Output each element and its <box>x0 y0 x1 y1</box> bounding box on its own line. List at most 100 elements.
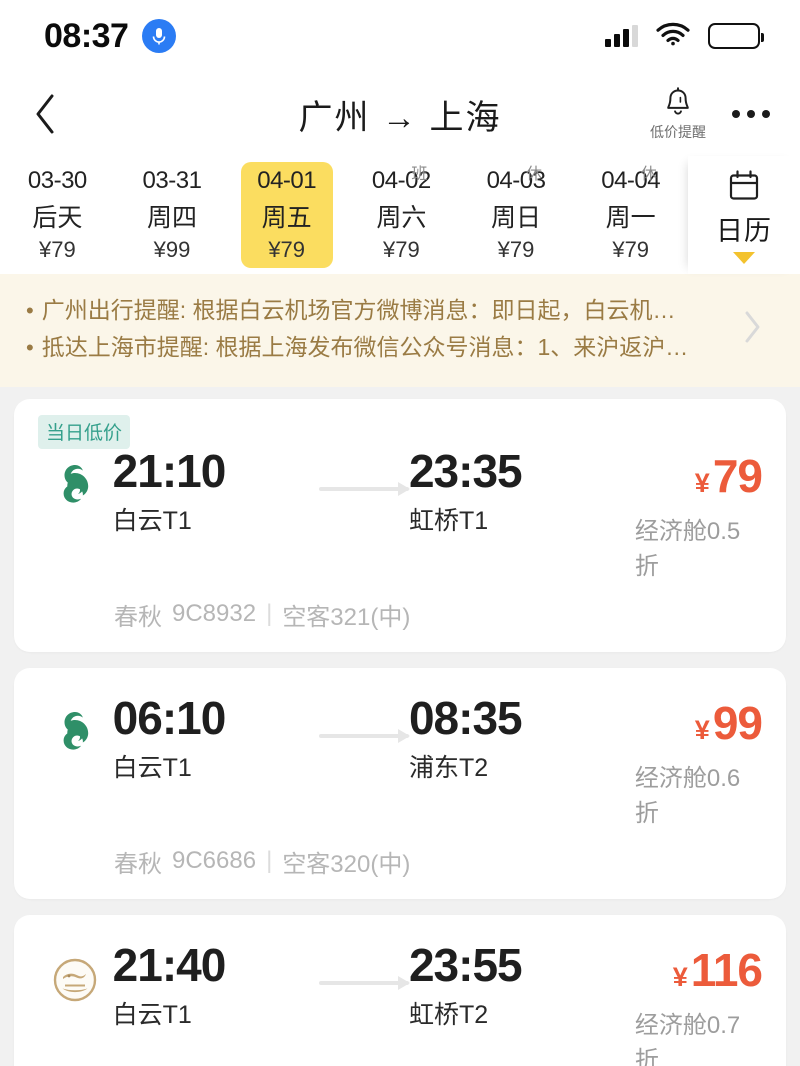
airline-name: 春秋 <box>114 603 162 631</box>
price-amount: 116 <box>690 943 763 996</box>
travel-notice-banner[interactable]: • 广州出行提醒: 根据白云机场官方微博消息：即日起，白云机… • 抵达上海市提… <box>0 274 800 387</box>
date-weekday: 周一 <box>605 204 656 232</box>
currency-symbol: ¥ <box>694 714 710 745</box>
cabin-class: 经济舱0.6折 <box>634 764 741 827</box>
bullet-icon: • <box>26 335 34 361</box>
notice-expand-button[interactable] <box>732 308 778 351</box>
bell-icon <box>667 87 689 115</box>
departure-time: 21:40 <box>112 938 227 991</box>
meta-separator: | <box>266 847 273 874</box>
spring-airlines-logo <box>38 694 113 762</box>
arrival-airport: 虹桥T2 <box>408 1001 489 1030</box>
aircraft-type: 空客321(中) <box>282 603 411 631</box>
spring-airlines-logo <box>38 447 113 515</box>
price-amount: 79 <box>712 449 763 502</box>
header-actions: 低价提醒 <box>650 86 770 142</box>
status-bar: 08:37 <box>0 0 800 72</box>
flight-price: ¥ 116 <box>672 943 763 997</box>
battery-full-icon <box>708 23 764 49</box>
notice-text: 广州出行提醒: 根据白云机场官方微博消息：即日起，白云机… <box>41 297 676 323</box>
flight-card-main: 21:10 白云T1 23:35 虹桥T1 ¥ 79 经济舱0.5折 <box>38 444 763 581</box>
arrival-airport: 浦东T2 <box>408 754 489 783</box>
date-tag: 休 <box>526 166 543 183</box>
flight-number: 9C6686 <box>172 847 257 874</box>
departure-airport: 白云T1 <box>112 754 192 783</box>
flight-number: 9C8932 <box>172 600 257 627</box>
bullet-icon: • <box>26 298 34 323</box>
arrival-segment: 08:35 浦东T2 <box>408 691 635 785</box>
date-weekday: 周日 <box>491 204 542 232</box>
date-cell-selected[interactable]: 04-01 周五 ¥79 <box>229 156 344 274</box>
departure-airport: 白云T1 <box>112 507 192 536</box>
microphone-icon <box>142 19 177 53</box>
date-price: ¥79 <box>612 237 650 262</box>
caret-down-icon <box>733 251 755 264</box>
date-price: ¥79 <box>382 237 420 262</box>
arrival-time: 08:35 <box>408 691 523 744</box>
app-header: 广州 → 上海 低价提醒 <box>0 72 800 156</box>
notice-line: • 抵达上海市提醒: 根据上海发布微信公众号消息：1、来沪返沪… <box>26 329 732 366</box>
date-cell[interactable]: 休 04-04 周一 ¥79 <box>573 156 688 274</box>
price-column: ¥ 116 经济舱0.7折 <box>634 941 763 1066</box>
date-number: 03-30 <box>27 167 87 194</box>
flight-card[interactable]: 21:40 白云T1 23:55 虹桥T2 ¥ 116 经济舱0.7折 吉祥 H… <box>14 914 786 1066</box>
price-alert-label: 低价提醒 <box>650 124 706 140</box>
wifi-icon <box>656 22 690 51</box>
flight-card[interactable]: 06:10 白云T1 08:35 浦东T2 ¥ 99 经济舱0.6折 春秋 9C… <box>14 667 786 899</box>
flight-card[interactable]: 当日低价 21:10 白云T1 23:35 虹桥T1 ¥ 79 经济舱0.5折 … <box>14 398 786 652</box>
flight-card-main: 06:10 白云T1 08:35 浦东T2 ¥ 99 经济舱0.6折 <box>38 691 763 828</box>
chevron-left-icon <box>36 94 54 134</box>
back-button[interactable] <box>32 92 86 136</box>
status-bar-right <box>605 22 764 51</box>
date-weekday: 后天 <box>32 204 83 232</box>
cabin-class: 经济舱0.5折 <box>634 517 741 580</box>
notice-line: • 广州出行提醒: 根据白云机场官方微博消息：即日起，白云机… <box>26 292 732 329</box>
airline-name: 春秋 <box>114 850 162 878</box>
flight-direction-arrow-icon <box>318 447 410 496</box>
currency-symbol: ¥ <box>694 467 710 498</box>
date-weekday: 周四 <box>146 204 197 232</box>
departure-segment: 21:10 白云T1 <box>112 446 319 538</box>
date-cell[interactable]: 03-30 后天 ¥79 <box>0 156 115 274</box>
price-alert-button[interactable]: 低价提醒 <box>650 86 706 142</box>
notice-lines: • 广州出行提醒: 根据白云机场官方微博消息：即日起，白云机… • 抵达上海市提… <box>26 292 732 367</box>
date-weekday: 周六 <box>376 204 427 232</box>
date-list: 03-30 后天 ¥79 03-31 周四 ¥99 04-01 周五 ¥79 班 <box>0 156 688 274</box>
date-cell[interactable]: 班 04-02 周六 ¥79 <box>344 156 459 274</box>
arrival-time: 23:55 <box>408 938 523 991</box>
date-price: ¥79 <box>497 237 535 262</box>
flight-direction-arrow-icon <box>318 941 410 990</box>
arrival-segment: 23:55 虹桥T2 <box>408 938 635 1032</box>
flight-direction-arrow-icon <box>318 694 410 743</box>
date-cell[interactable]: 03-31 周四 ¥99 <box>115 156 230 274</box>
juneyao-airlines-logo <box>38 941 113 1009</box>
date-tag: 班 <box>411 166 428 183</box>
arrival-airport: 虹桥T1 <box>408 507 489 536</box>
arrival-segment: 23:35 虹桥T1 <box>408 444 635 538</box>
more-dots-icon[interactable] <box>732 110 770 118</box>
flight-price: ¥ 79 <box>694 449 763 503</box>
meta-separator: | <box>266 600 273 627</box>
date-price: ¥99 <box>153 237 191 262</box>
flight-meta: 春秋 9C8932 | 空客321(中) <box>38 597 762 632</box>
badge-slot: 当日低价 <box>38 414 762 449</box>
date-number: 03-31 <box>142 167 202 194</box>
calendar-button[interactable]: 日历 <box>688 156 800 274</box>
cellular-signal-icon <box>605 25 638 47</box>
chevron-right-icon <box>745 311 760 343</box>
departure-segment: 21:40 白云T1 <box>112 938 319 1032</box>
status-bar-left: 08:37 <box>44 16 177 56</box>
status-time: 08:37 <box>44 16 129 55</box>
price-column: ¥ 99 经济舱0.6折 <box>634 694 763 828</box>
status-badge: 当日低价 <box>38 414 131 449</box>
date-tag: 休 <box>640 166 657 183</box>
date-weekday: 周五 <box>261 204 312 232</box>
calendar-label: 日历 <box>716 215 772 246</box>
cabin-class: 经济舱0.7折 <box>634 1011 741 1066</box>
flight-list: 当日低价 21:10 白云T1 23:35 虹桥T1 ¥ 79 经济舱0.5折 … <box>0 387 800 1066</box>
flight-meta: 春秋 9C6686 | 空客320(中) <box>38 844 762 879</box>
currency-symbol: ¥ <box>672 961 688 992</box>
arrival-time: 23:35 <box>408 444 523 497</box>
date-cell[interactable]: 休 04-03 周日 ¥79 <box>459 156 574 274</box>
calendar-icon <box>729 169 759 200</box>
